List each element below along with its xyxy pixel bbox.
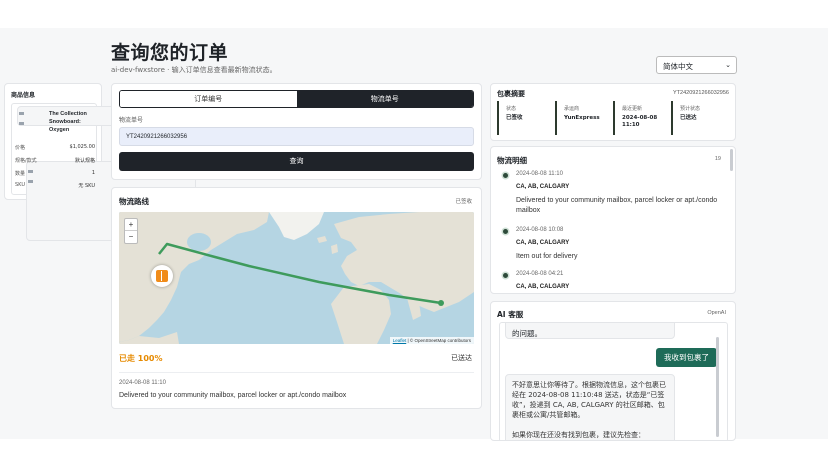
chat-window[interactable]: 的问题。 我收到包裹了 不好意思让你等待了。根据物流信息，这个包裹已经在 202… xyxy=(499,322,728,440)
route-end-point xyxy=(438,300,444,306)
product-name: The Collection Snowboard: Oxygen xyxy=(49,111,87,133)
tracking-timeline[interactable]: 2024-08-08 11:10 CA, AB, CALGARY Deliver… xyxy=(491,167,727,293)
last-event-time: 2024-08-08 11:10 xyxy=(119,380,166,386)
zoom-out-button[interactable]: − xyxy=(125,231,137,243)
ai-assistant-card: AI 客服 OpenAI 的问题。 我收到包裹了 不好意思让你等待了。根据物流信… xyxy=(490,301,736,441)
route-progress: 已走 100% xyxy=(119,354,163,363)
leaflet-link[interactable]: Leaflet xyxy=(393,338,407,343)
timeline-dot-icon xyxy=(503,173,508,178)
page: 查询您的订单 ai-dev-fwxstore · 输入订单信息查看最新物流状态。… xyxy=(0,0,828,466)
package-marker[interactable] xyxy=(151,265,173,287)
page-title: 查询您的订单 xyxy=(111,42,229,64)
timeline-scrollbar[interactable] xyxy=(730,149,733,171)
bottom-band xyxy=(0,439,828,466)
user-message: 我收到包裹了 xyxy=(656,348,717,367)
package-summary-title: 包裹摘要 xyxy=(497,90,525,98)
product-row-price: 价格 $1,025.00 xyxy=(15,144,95,151)
query-button[interactable]: 查询 xyxy=(119,152,474,171)
page-subtitle: ai-dev-fwxstore · 输入订单信息查看最新物流状态。 xyxy=(111,66,277,74)
assistant-message: 的问题。 xyxy=(505,323,675,339)
package-summary-card: 包裹摘要 YT2420921266032956 状态 已签收 承运商 YunExpr… xyxy=(490,83,736,141)
package-tracking-no: YT2420921266032956 xyxy=(673,90,729,96)
summary-status: 状态 已签收 xyxy=(497,101,551,135)
tracking-details-title: 物流明细 xyxy=(497,156,527,165)
divider xyxy=(119,372,474,373)
route-status-tag: 已签收 xyxy=(455,199,472,205)
route-card: 物流路线 已签收 + − Leaflet | © OpenStreetMap c… xyxy=(111,187,482,409)
tab-order-number[interactable]: 订单编号 xyxy=(120,91,297,107)
tracking-number-input[interactable]: YT2420921266032956 xyxy=(119,127,474,146)
product-row-sku: SKU 无 SKU xyxy=(15,182,95,189)
product-row-variant: 规格/款式 默认规格 xyxy=(15,158,95,164)
timeline-dot-icon xyxy=(503,229,508,234)
tab-tracking-number[interactable]: 物流单号 xyxy=(296,91,473,107)
product-item: The Collection Snowboard: Oxygen 价格 $1,02… xyxy=(11,103,196,241)
summary-eta-status: 预计状态 已送达 xyxy=(671,101,725,135)
package-icon xyxy=(156,270,168,282)
tracking-details-card: 物流明细 19 2024-08-08 11:10 CA, AB, CALGARY… xyxy=(490,146,736,294)
tracking-field-label: 物流单号 xyxy=(119,117,144,124)
ai-assistant-title: AI 客服 xyxy=(497,310,524,319)
summary-carrier: 承运商 YunExpress xyxy=(555,101,609,135)
last-event-desc: Delivered to your community mailbox, par… xyxy=(119,392,347,399)
route-title: 物流路线 xyxy=(119,197,149,206)
search-mode-tabs: 订单编号 物流单号 xyxy=(119,90,474,108)
assistant-message: 不好意思让你等待了。根据物流信息，这个包裹已经在 2024-08-08 11:1… xyxy=(505,374,675,440)
route-map[interactable]: + − Leaflet | © OpenStreetMap contributo… xyxy=(119,212,474,344)
product-card: 商品信息 The Collection Snowboard: Oxygen 价格… xyxy=(4,83,196,241)
timeline-dot-icon xyxy=(503,273,508,278)
ai-provider: OpenAI xyxy=(707,310,726,316)
summary-last-update: 最近更新 2024-08-08 11:10 xyxy=(613,101,667,135)
map-zoom-control: + − xyxy=(124,218,138,244)
language-value: 简体中文 xyxy=(663,62,693,71)
map-attribution: Leaflet | © OpenStreetMap contributors xyxy=(389,337,474,344)
top-band xyxy=(0,0,828,28)
chat-scrollbar[interactable] xyxy=(716,337,719,437)
chevron-down-icon: ⌄ xyxy=(725,61,731,69)
snowboard-image xyxy=(16,106,196,241)
product-row-qty: 数量 1 xyxy=(15,170,95,177)
search-card: 订单编号 物流单号 物流单号 YT2420921266032956 查询 xyxy=(111,83,482,180)
tracking-event-count: 19 xyxy=(714,156,721,162)
product-section-title: 商品信息 xyxy=(11,92,36,99)
zoom-in-button[interactable]: + xyxy=(125,219,137,231)
language-select[interactable]: 简体中文 ⌄ xyxy=(656,56,737,74)
route-delivery-status: 已送达 xyxy=(451,354,472,362)
